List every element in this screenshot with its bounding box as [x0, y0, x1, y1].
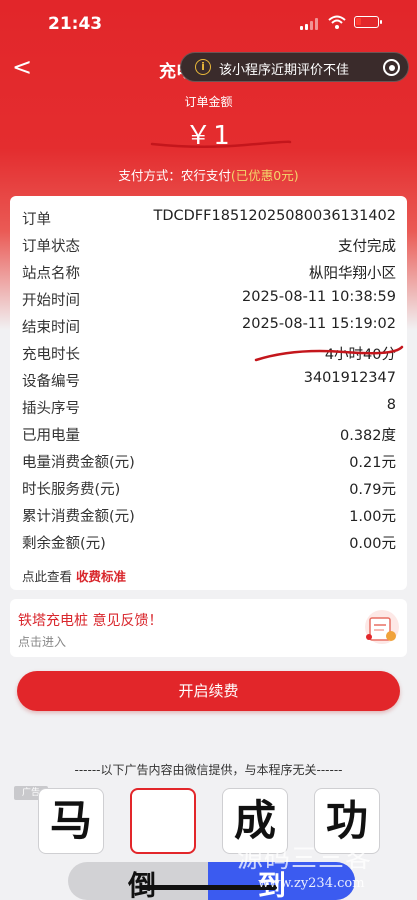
detail-row: 站点名称 枞阳华翔小区 [22, 260, 396, 284]
detail-value: 3401912347 [303, 370, 396, 386]
detail-label: 已用电量 [22, 428, 80, 444]
detail-value: 0.21元 [349, 455, 396, 471]
order-details-card: 订单 TDCDFF18512025080036131402 订单状态 支付完成 站点… [10, 196, 407, 590]
detail-label: 结束时间 [22, 320, 80, 336]
detail-value: 2025-08-11 10:38:59 [242, 289, 396, 305]
detail-value: 支付完成 [338, 239, 396, 255]
detail-value: 0.00元 [349, 536, 396, 552]
detail-value: 0.382度 [339, 428, 396, 444]
detail-label: 订单状态 [22, 239, 80, 255]
renew-button[interactable]: 开启续费 [17, 671, 400, 711]
detail-label: 充电时长 [22, 347, 80, 363]
detail-row: 开始时间 2025-08-11 10:38:59 [22, 287, 396, 311]
detail-row: 电量消费金额(元) 0.21元 [22, 449, 396, 473]
detail-row: 订单 TDCDFF18512025080036131402 [22, 206, 396, 230]
discount-text: (已优惠0元) [230, 168, 299, 183]
close-target-icon[interactable] [383, 59, 400, 76]
detail-value: 2025-08-11 15:19:02 [242, 316, 396, 332]
ad-bottom-left-text: 倒 [128, 864, 156, 900]
detail-row: 插头序号 8 [22, 395, 396, 419]
detail-label: 订单 [22, 212, 51, 228]
detail-row: 已用电量 0.382度 [22, 422, 396, 446]
detail-value: 8 [386, 397, 396, 413]
amount-label: 订单金额 [184, 95, 233, 109]
detail-row: 累计消费金额(元) 1.00元 [22, 503, 396, 527]
watermark-url: www.zy234.com [258, 876, 365, 891]
feedback-illustration-icon [365, 610, 399, 644]
detail-row: 时长服务费(元) 0.79元 [22, 476, 396, 500]
detail-label: 剩余金额(元) [22, 536, 106, 552]
wifi-icon [328, 15, 346, 29]
signal-icon [300, 18, 320, 30]
watermark-text: 源码三三客 [237, 844, 373, 874]
back-icon[interactable]: < [12, 54, 36, 80]
status-time: 21:43 [48, 14, 103, 34]
info-icon: i [195, 59, 211, 75]
status-bar: 21:43 [0, 0, 417, 44]
feedback-banner[interactable]: 铁塔充电桩 意见反馈！ 点击进入 [10, 599, 407, 657]
detail-row: 设备编号 3401912347 [22, 368, 396, 392]
detail-label: 开始时间 [22, 293, 80, 309]
home-indicator [140, 885, 277, 890]
fee-standard-link[interactable]: 收费标准 [76, 569, 126, 584]
detail-value: 1.00元 [349, 509, 396, 525]
feedback-title: 铁塔充电桩 意见反馈！ [18, 613, 163, 629]
red-underline-annotation [254, 345, 404, 362]
detail-label: 站点名称 [22, 266, 80, 282]
red-underline-annotation [150, 140, 292, 149]
detail-label: 累计消费金额(元) [22, 509, 135, 525]
ad-disclaimer: ------以下广告内容由微信提供，与本程序无关------ [74, 763, 343, 777]
detail-row: 结束时间 2025-08-11 15:19:02 [22, 314, 396, 338]
detail-row: 剩余金额(元) 0.00元 [22, 530, 396, 554]
detail-label: 电量消费金额(元) [22, 455, 135, 471]
detail-label: 设备编号 [22, 374, 80, 390]
detail-value: TDCDFF18512025080036131402 [153, 208, 397, 224]
ad-tile-blank[interactable] [130, 788, 196, 854]
detail-label: 插头序号 [22, 401, 80, 417]
mini-program-capsule[interactable]: i 该小程序近期评价不佳 [180, 52, 409, 82]
detail-label: 时长服务费(元) [22, 482, 121, 498]
detail-value: 0.79元 [349, 482, 396, 498]
payment-method: 支付方式：农行支付(已优惠0元) [0, 165, 417, 184]
payment-method-text: 支付方式：农行支付 [118, 168, 231, 183]
fee-note-prefix: 点此查看 [22, 569, 73, 584]
detail-value: 枞阳华翔小区 [309, 266, 396, 282]
ad-tile[interactable]: 马 [38, 788, 104, 854]
fee-standard-note[interactable]: 点此查看 收费标准 [22, 566, 126, 585]
feedback-subtitle: 点击进入 [18, 635, 67, 649]
battery-icon [354, 16, 382, 28]
rating-warning-text: 该小程序近期评价不佳 [219, 63, 350, 78]
detail-row: 订单状态 支付完成 [22, 233, 396, 257]
